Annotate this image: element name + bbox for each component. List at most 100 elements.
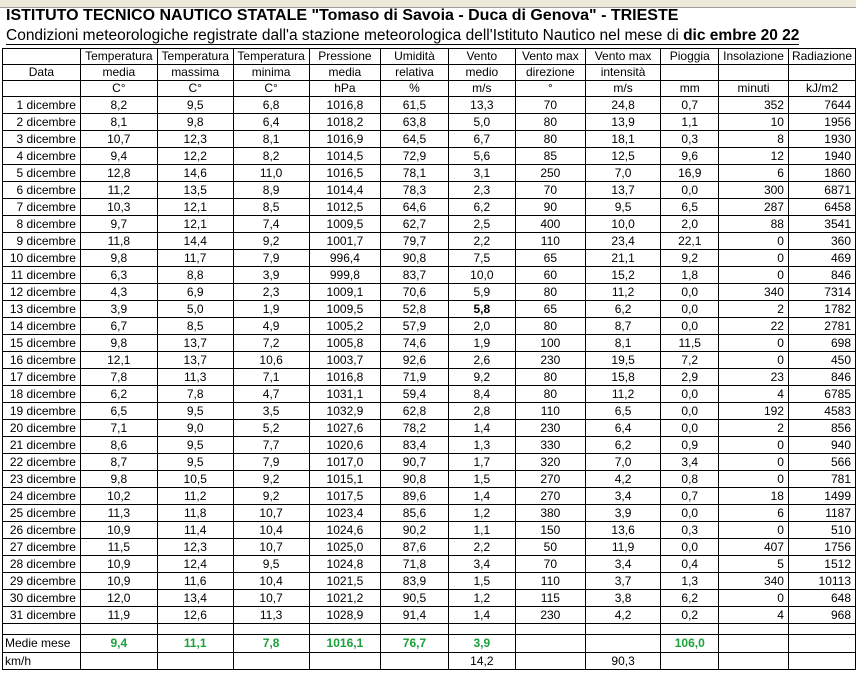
data-cell[interactable]: 3,4 — [584, 555, 662, 573]
data-cell[interactable]: 0,0 — [660, 317, 720, 335]
data-cell[interactable]: 2,3 — [447, 181, 516, 199]
date-cell[interactable]: 17 dicembre — [2, 368, 81, 386]
data-cell[interactable]: 12,3 — [156, 538, 234, 556]
data-cell[interactable]: 80 — [514, 283, 586, 301]
data-cell[interactable]: 13,4 — [156, 589, 234, 607]
data-cell[interactable]: 9,5 — [156, 96, 234, 114]
data-cell[interactable]: 11,8 — [156, 504, 234, 522]
data-cell[interactable]: 87,6 — [380, 538, 449, 556]
data-cell[interactable]: 10,0 — [584, 215, 662, 233]
data-cell[interactable]: 10,0 — [447, 266, 516, 284]
data-cell[interactable]: 6,5 — [79, 402, 158, 420]
data-cell[interactable]: 1,9 — [447, 334, 516, 352]
data-cell[interactable]: 996,4 — [308, 249, 382, 267]
data-cell[interactable]: 6,9 — [156, 283, 234, 301]
empty-cell[interactable] — [718, 652, 789, 670]
date-cell[interactable]: 8 dicembre — [2, 215, 81, 233]
date-cell[interactable]: 6 dicembre — [2, 181, 81, 199]
data-cell[interactable]: 8,5 — [232, 198, 310, 216]
data-cell[interactable]: 0 — [718, 470, 789, 488]
data-cell[interactable]: 8,1 — [79, 113, 158, 131]
data-cell[interactable]: 90,8 — [380, 470, 449, 488]
data-cell[interactable]: 1,2 — [447, 589, 516, 607]
data-cell[interactable]: 7,0 — [584, 453, 662, 471]
header-cell[interactable]: Umidità — [380, 48, 449, 65]
data-cell[interactable]: 5,9 — [447, 283, 516, 301]
data-cell[interactable]: 1024,8 — [308, 555, 382, 573]
header-cell[interactable]: relativa — [380, 64, 449, 81]
data-cell[interactable]: 12,4 — [156, 555, 234, 573]
data-cell[interactable]: 19,5 — [584, 351, 662, 369]
data-cell[interactable]: 0,0 — [660, 402, 720, 420]
data-cell[interactable]: 6,2 — [79, 385, 158, 403]
data-cell[interactable]: 9,2 — [232, 232, 310, 250]
data-cell[interactable]: 1018,2 — [308, 113, 382, 131]
data-cell[interactable]: 0,0 — [660, 504, 720, 522]
data-cell[interactable]: 6,2 — [584, 300, 662, 318]
data-cell[interactable]: 10,7 — [79, 130, 158, 148]
header-cell[interactable]: massima — [156, 64, 234, 81]
data-cell[interactable]: 50 — [514, 538, 586, 556]
data-cell[interactable]: 1187 — [787, 504, 856, 522]
data-cell[interactable]: 5,8 — [447, 300, 516, 318]
data-cell[interactable]: 330 — [514, 436, 586, 454]
data-cell[interactable]: 230 — [514, 351, 586, 369]
data-cell[interactable]: 4 — [718, 606, 789, 624]
header-cell[interactable]: m/s — [584, 80, 662, 97]
date-cell[interactable]: 23 dicembre — [2, 470, 81, 488]
avg-pressione[interactable]: 1016,1 — [308, 634, 382, 653]
data-cell[interactable]: 9,5 — [156, 453, 234, 471]
data-cell[interactable]: 0,9 — [660, 436, 720, 454]
data-cell[interactable]: 287 — [718, 198, 789, 216]
header-cell[interactable] — [660, 64, 720, 81]
data-cell[interactable]: 13,7 — [584, 181, 662, 199]
data-cell[interactable]: 13,7 — [156, 351, 234, 369]
data-cell[interactable]: 0 — [718, 266, 789, 284]
date-cell[interactable]: 9 dicembre — [2, 232, 81, 250]
data-cell[interactable]: 0,7 — [660, 96, 720, 114]
data-cell[interactable]: 110 — [514, 402, 586, 420]
data-cell[interactable]: 4,2 — [584, 470, 662, 488]
data-cell[interactable]: 11,2 — [584, 385, 662, 403]
data-cell[interactable]: 8,2 — [79, 96, 158, 114]
data-cell[interactable]: 1499 — [787, 487, 856, 505]
data-cell[interactable]: 11,3 — [79, 504, 158, 522]
data-cell[interactable]: 70 — [514, 555, 586, 573]
data-cell[interactable]: 6,5 — [660, 198, 720, 216]
data-cell[interactable]: 300 — [718, 181, 789, 199]
data-cell[interactable]: 5,2 — [232, 419, 310, 437]
kmh-vento-medio[interactable]: 14,2 — [447, 652, 516, 670]
data-cell[interactable]: 1003,7 — [308, 351, 382, 369]
data-cell[interactable]: 90,2 — [380, 521, 449, 539]
data-cell[interactable]: 70 — [514, 181, 586, 199]
data-cell[interactable]: 3,4 — [584, 487, 662, 505]
data-cell[interactable]: 6871 — [787, 181, 856, 199]
data-cell[interactable]: 1782 — [787, 300, 856, 318]
data-cell[interactable]: 0 — [718, 351, 789, 369]
data-cell[interactable]: 71,8 — [380, 555, 449, 573]
date-cell[interactable]: 3 dicembre — [2, 130, 81, 148]
data-cell[interactable]: 10,9 — [79, 572, 158, 590]
data-cell[interactable]: 64,5 — [380, 130, 449, 148]
data-cell[interactable]: 74,6 — [380, 334, 449, 352]
data-cell[interactable]: 6,4 — [232, 113, 310, 131]
data-cell[interactable]: 400 — [514, 215, 586, 233]
data-cell[interactable]: 9,2 — [232, 470, 310, 488]
data-cell[interactable]: 968 — [787, 606, 856, 624]
data-cell[interactable]: 1009,5 — [308, 215, 382, 233]
data-cell[interactable]: 1005,8 — [308, 334, 382, 352]
data-cell[interactable]: 78,3 — [380, 181, 449, 199]
data-cell[interactable]: 0 — [718, 249, 789, 267]
data-cell[interactable]: 407 — [718, 538, 789, 556]
header-cell[interactable]: minima — [232, 64, 310, 81]
data-cell[interactable]: 13,7 — [156, 334, 234, 352]
data-cell[interactable]: 88 — [718, 215, 789, 233]
data-cell[interactable]: 1009,1 — [308, 283, 382, 301]
data-cell[interactable]: 8,7 — [584, 317, 662, 335]
data-cell[interactable]: 80 — [514, 317, 586, 335]
data-cell[interactable]: 11,9 — [584, 538, 662, 556]
data-cell[interactable]: 4,9 — [232, 317, 310, 335]
data-cell[interactable]: 13,9 — [584, 113, 662, 131]
data-cell[interactable]: 1,8 — [660, 266, 720, 284]
data-cell[interactable]: 360 — [787, 232, 856, 250]
